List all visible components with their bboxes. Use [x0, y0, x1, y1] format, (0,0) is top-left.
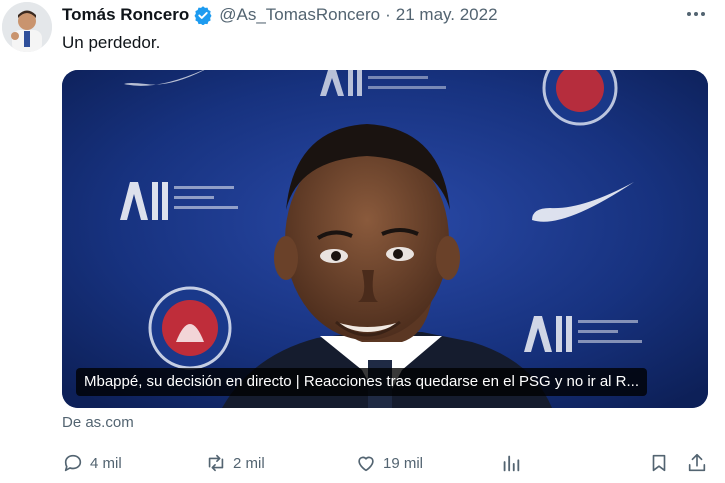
retweet-icon: [208, 454, 224, 472]
bookmark-button[interactable]: [648, 448, 676, 478]
action-bar: 4 mil 2 mil 19 mil: [0, 448, 725, 478]
views-button[interactable]: [500, 448, 528, 478]
author-handle[interactable]: @As_TomasRoncero: [219, 5, 380, 25]
card-image: [62, 70, 708, 408]
header-separator: ·: [385, 5, 391, 24]
tweet-date[interactable]: 21 may. 2022: [396, 5, 498, 25]
tweet-text: Un perdedor.: [62, 33, 161, 52]
reply-button[interactable]: 4 mil: [62, 448, 122, 478]
card-caption: Mbappé, su decisión en directo | Reaccio…: [76, 368, 648, 396]
share-icon: [688, 453, 706, 472]
tweet-header: Tomás Roncero @As_TomasRoncero · 21 may.…: [62, 4, 498, 26]
retweet-button[interactable]: 2 mil: [205, 448, 265, 478]
author-name[interactable]: Tomás Roncero: [62, 5, 189, 25]
club-crest-left: [148, 286, 232, 370]
more-icon[interactable]: [684, 4, 708, 24]
avatar[interactable]: [2, 2, 52, 52]
retweet-count: 2 mil: [233, 454, 265, 472]
avatar-image: [2, 2, 52, 52]
verified-icon: [193, 5, 213, 26]
reply-icon: [64, 454, 82, 472]
reply-count: 4 mil: [90, 454, 122, 472]
views-icon: [503, 455, 520, 472]
like-count: 19 mil: [383, 454, 424, 472]
share-button[interactable]: [686, 448, 714, 478]
card-source[interactable]: De as.com: [62, 414, 134, 431]
bookmark-icon: [652, 454, 666, 472]
link-card[interactable]: Mbappé, su decisión en directo | Reaccio…: [62, 70, 708, 408]
like-button[interactable]: 19 mil: [355, 448, 423, 478]
like-icon: [358, 456, 374, 472]
